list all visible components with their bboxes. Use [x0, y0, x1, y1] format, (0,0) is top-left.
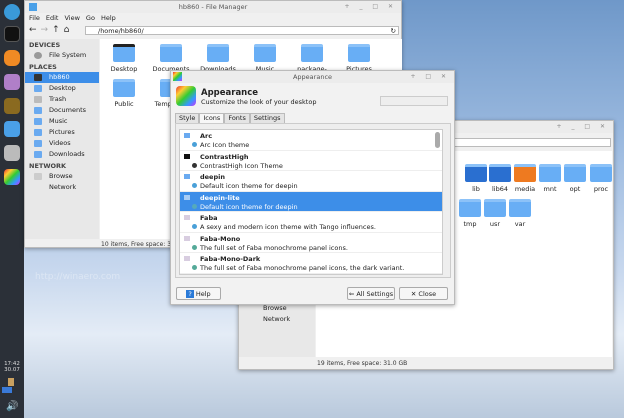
list-item[interactable]: Faba-Mono-Dark The full set of Faba monoc…: [180, 253, 442, 274]
status-bar: 10 items, Free space: 31: [101, 241, 175, 248]
taskbar: 17:42 30.07 🔊: [0, 0, 24, 418]
file-item[interactable]: Public: [100, 79, 148, 108]
file-item[interactable]: var: [496, 199, 544, 228]
sidebar-item-browse-network[interactable]: Browse Network: [25, 171, 99, 191]
menu-edit[interactable]: Edit: [46, 14, 59, 22]
file-item[interactable]: Downloads: [194, 44, 242, 73]
home-icon[interactable]: ⌂: [64, 25, 74, 35]
sidebar: DEVICES File System PLACES hb860 Desktop…: [25, 39, 99, 239]
reload-icon[interactable]: ↻: [391, 27, 396, 35]
file-item[interactable]: Pictures: [335, 44, 383, 73]
menu-go[interactable]: Go: [86, 14, 95, 22]
window-title: Appearance: [292, 73, 333, 81]
path-text: /home/hb860/: [98, 27, 144, 35]
devices-header: DEVICES: [29, 41, 61, 49]
list-item[interactable]: Faba A sexy and modern icon theme with Ta…: [180, 212, 442, 233]
app-icon[interactable]: [4, 98, 20, 114]
volume-icon[interactable]: 🔊: [6, 401, 18, 412]
sidebar-item-hb860[interactable]: hb860: [25, 72, 99, 83]
sidebar-item-file-system[interactable]: File System: [25, 50, 99, 61]
title-bar: hb860 - File Manager + _ □ ✕: [25, 1, 401, 13]
list-item[interactable]: Arc Arc Icon theme: [180, 130, 442, 151]
window-controls[interactable]: + _ □ ✕: [557, 121, 609, 133]
clock-date: 30.07: [4, 367, 20, 373]
dialog-heading: Appearance: [201, 88, 259, 98]
menu-help[interactable]: Help: [101, 14, 116, 22]
help-icon: ?: [186, 290, 194, 298]
clock[interactable]: 17:42 30.07: [2, 361, 22, 373]
tab-bar: Style Icons Fonts Settings: [175, 113, 285, 123]
clipboard-icon[interactable]: [8, 378, 14, 386]
forward-icon[interactable]: →: [41, 25, 53, 35]
sidebar-item-downloads[interactable]: Downloads: [25, 149, 99, 160]
list-item-selected[interactable]: deepin-lite Default icon theme for deepin: [180, 191, 442, 212]
list-item[interactable]: ContrastHigh ContrastHigh Icon Theme: [180, 151, 442, 171]
window-title: hb860 - File Manager: [178, 3, 248, 11]
back-arrow-icon: ⇐: [348, 290, 355, 298]
menu-bar: File Edit View Go Help: [25, 13, 122, 23]
title-bar: Appearance + □ ✕: [171, 71, 454, 83]
app-icon: [29, 3, 37, 11]
file-item[interactable]: Music: [241, 44, 289, 73]
file-item[interactable]: Desktop: [100, 44, 148, 73]
appearance-small-icon: [173, 72, 182, 81]
app-menu-icon[interactable]: [4, 4, 20, 20]
sidebar-item-trash[interactable]: Trash: [25, 94, 99, 105]
appearance-app-icon[interactable]: [4, 169, 20, 185]
status-bar: 19 items, Free space: 31.0 GB: [317, 360, 408, 367]
files-icon[interactable]: [4, 74, 20, 90]
sidebar-item-pictures[interactable]: Pictures: [25, 127, 99, 138]
tab-style[interactable]: Style: [175, 113, 200, 123]
address-bar[interactable]: /home/hb860/ ↻: [85, 26, 399, 35]
appearance-icon: [176, 86, 196, 106]
tab-fonts[interactable]: Fonts: [224, 113, 250, 123]
firefox-icon[interactable]: [4, 50, 20, 66]
help-button[interactable]: ? Help: [176, 287, 221, 300]
tab-settings[interactable]: Settings: [249, 113, 285, 123]
window-controls[interactable]: + _ □ ✕: [345, 1, 397, 13]
scrollbar[interactable]: [435, 132, 440, 148]
terminal-icon[interactable]: [4, 26, 20, 42]
sidebar-item-music[interactable]: Music: [25, 116, 99, 127]
list-item[interactable]: deepin Default icon theme for deepin: [180, 171, 442, 192]
menu-file[interactable]: File: [29, 14, 40, 22]
search-input[interactable]: [380, 96, 448, 106]
dialog-subtitle: Customize the look of your desktop: [201, 98, 317, 106]
sidebar-item-documents[interactable]: Documents: [25, 105, 99, 116]
file-item[interactable]: Documents: [147, 44, 195, 73]
menu-view[interactable]: View: [64, 14, 79, 22]
sidebar-item-videos[interactable]: Videos: [25, 138, 99, 149]
tab-icons[interactable]: Icons: [199, 113, 225, 123]
window-controls[interactable]: + □ ✕: [410, 71, 450, 83]
appearance-dialog: Appearance + □ ✕ Appearance Customize the…: [170, 70, 455, 305]
back-icon[interactable]: ←: [29, 25, 41, 35]
sidebar-item-desktop[interactable]: Desktop: [25, 83, 99, 94]
list-item[interactable]: Faba-Mono The full set of Faba monochrome…: [180, 233, 442, 253]
up-icon[interactable]: ↑: [52, 25, 64, 35]
network-icon[interactable]: [2, 387, 12, 393]
folder-icon[interactable]: [4, 121, 20, 137]
icon-theme-list: Arc Arc Icon theme ContrastHigh ContrastHi…: [179, 129, 443, 275]
places-header: PLACES: [29, 63, 57, 71]
settings-app-icon[interactable]: [4, 145, 20, 161]
all-settings-button[interactable]: ⇐ All Settings: [347, 287, 395, 300]
watermark: http://winaero.com: [35, 272, 121, 282]
close-button[interactable]: ✕ Close: [399, 287, 448, 300]
file-item[interactable]: proc: [577, 164, 624, 193]
close-icon: ✕: [410, 290, 417, 298]
network-header: NETWORK: [29, 162, 67, 170]
